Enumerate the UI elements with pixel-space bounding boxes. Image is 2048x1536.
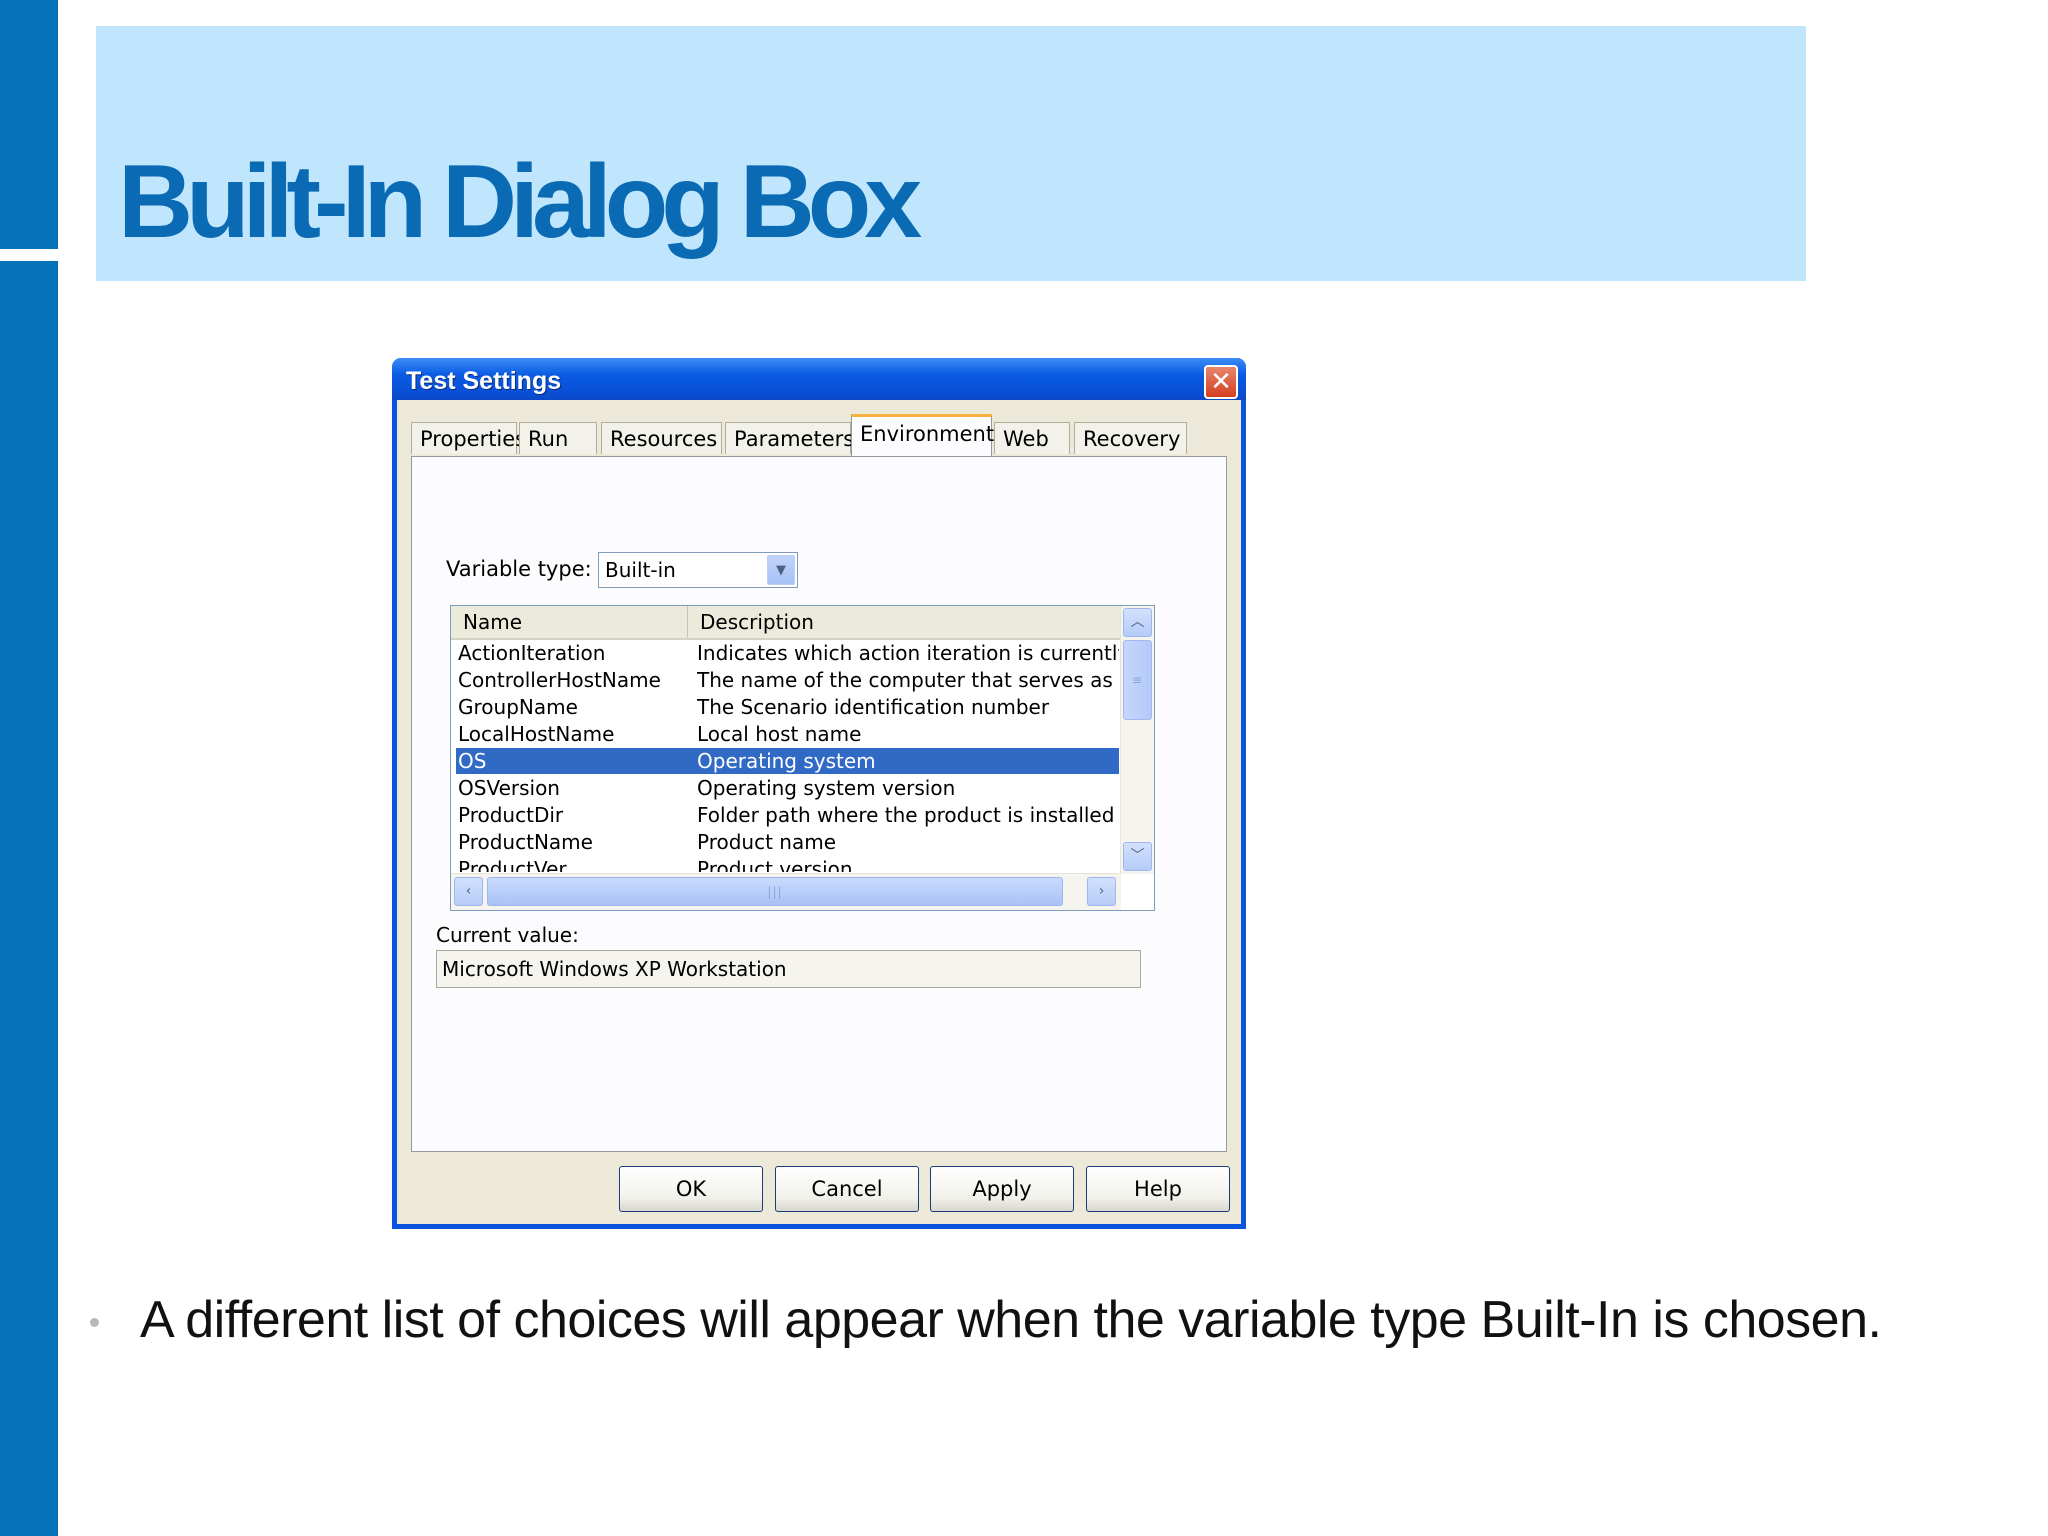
scroll-left-icon[interactable]: ‹ [454,877,483,906]
tab-environment[interactable]: Environment [851,414,994,456]
row-name: OS [458,749,487,773]
scroll-down-icon[interactable]: ﹀ [1123,842,1152,871]
tab-run[interactable]: Run [519,422,597,454]
tab-parameters[interactable]: Parameters [725,422,854,454]
chevron-down-icon[interactable]: ▼ [767,555,795,585]
current-value-field[interactable]: Microsoft Windows XP Workstation [436,950,1141,988]
row-name: ProductVer [458,857,567,872]
variables-list[interactable]: Name Description ActionIteration Indicate… [450,605,1155,911]
tab-resources[interactable]: Resources [601,422,722,454]
row-description: The Scenario identification number [697,695,1050,719]
list-row[interactable]: ActionIteration Indicates which action it… [456,640,1119,666]
left-bar-divider [0,249,58,261]
help-button[interactable]: Help [1086,1166,1230,1212]
apply-button[interactable]: Apply [930,1166,1074,1212]
list-header: Name Description [451,606,1121,640]
list-row[interactable]: ControllerHostName The name of the comput… [456,667,1119,693]
tab-web[interactable]: Web [994,422,1070,454]
environment-tab-panel: Variable type: Built-in ▼ Name Descripti… [411,456,1227,1152]
dialog-client-area: Properties Run Resources Parameters Envi… [397,400,1241,1224]
horizontal-scroll-thumb[interactable]: ||| [487,877,1063,906]
current-value-label: Current value: [436,923,579,947]
test-settings-dialog: Test Settings ✕ Properties Run Resources… [392,358,1246,1229]
list-row-selected[interactable]: OS Operating system [456,748,1119,774]
row-description: Operating system [697,749,876,773]
list-rows: ActionIteration Indicates which action it… [451,640,1121,872]
variable-type-dropdown[interactable]: Built-in ▼ [598,552,798,588]
close-icon[interactable]: ✕ [1204,365,1238,399]
row-name: OSVersion [458,776,560,800]
list-row[interactable]: OSVersion Operating system version [456,775,1119,801]
list-row[interactable]: ProductDir Folder path where the product … [456,802,1119,828]
list-row[interactable]: LocalHostName Local host name [456,721,1119,747]
left-accent-bar [0,0,58,1536]
scroll-up-icon[interactable]: ︿ [1123,608,1152,637]
row-description: Indicates which action iteration is curr… [697,641,1119,665]
vertical-scrollbar[interactable]: ︿ ≡ ﹀ [1120,606,1154,874]
bullet-icon [90,1318,99,1327]
list-row[interactable]: ProductVer Product version [456,856,1119,872]
row-description: Operating system version [697,776,956,800]
grip-icon: ||| [767,884,783,899]
row-name: LocalHostName [458,722,615,746]
current-value-text: Microsoft Windows XP Workstation [442,957,787,981]
ok-button[interactable]: OK [619,1166,763,1212]
column-header-description[interactable]: Description [688,606,1121,638]
dialog-title: Test Settings [406,367,562,395]
cancel-button[interactable]: Cancel [775,1166,919,1212]
list-row[interactable]: GroupName The Scenario identification num… [456,694,1119,720]
horizontal-scrollbar[interactable]: ‹ ||| › [451,873,1121,910]
row-name: ControllerHostName [458,668,661,692]
row-description: Product version [697,857,853,872]
vertical-scroll-thumb[interactable]: ≡ [1123,640,1152,720]
row-name: GroupName [458,695,578,719]
row-description: Local host name [697,722,862,746]
scroll-right-icon[interactable]: › [1087,877,1116,906]
row-description: Folder path where the product is install… [697,803,1115,827]
row-description: The name of the computer that serves as … [697,668,1119,692]
list-row[interactable]: ProductName Product name [456,829,1119,855]
slide-title: Built-In Dialog Box [118,144,922,260]
column-header-name[interactable]: Name [451,606,688,638]
grip-icon: ≡ [1131,673,1144,687]
dialog-titlebar[interactable]: Test Settings ✕ [392,358,1246,400]
variable-type-value: Built-in [605,558,676,582]
variable-type-label: Variable type: [446,557,592,581]
row-name: ProductName [458,830,593,854]
tab-properties[interactable]: Properties [411,422,526,454]
row-description: Product name [697,830,837,854]
tab-recovery[interactable]: Recovery [1074,422,1187,454]
row-name: ActionIteration [458,641,606,665]
bullet-text: A different list of choices will appear … [140,1291,1882,1349]
row-name: ProductDir [458,803,564,827]
